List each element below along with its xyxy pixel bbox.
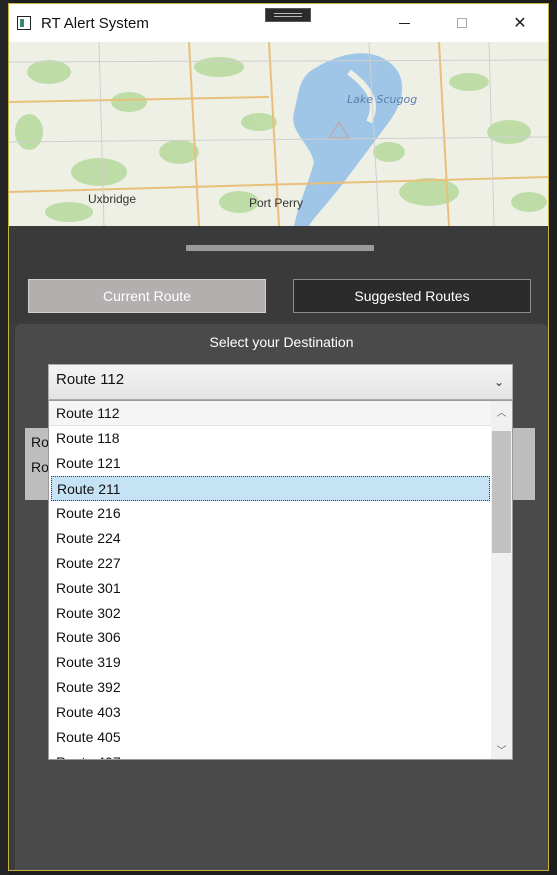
dropdown-option[interactable]: Route 302 — [49, 601, 492, 626]
dropdown-option[interactable]: Route 319 — [49, 650, 492, 675]
background-editor-right — [550, 0, 557, 875]
dropdown-option[interactable]: Route 301 — [49, 576, 492, 601]
dropdown-option[interactable]: Route 306 — [49, 625, 492, 650]
dropdown-option[interactable]: Route 227 — [49, 551, 492, 576]
snap-layout-handle[interactable] — [265, 8, 311, 22]
minimize-icon — [398, 22, 410, 24]
dropdown-option[interactable]: Route 224 — [49, 526, 492, 551]
close-button[interactable]: ✕ — [491, 4, 549, 42]
scroll-down-icon[interactable]: ﹀ — [491, 739, 512, 759]
tab-suggested-routes[interactable]: Suggested Routes — [293, 279, 531, 313]
scrollbar-thumb[interactable] — [492, 431, 511, 553]
destination-select[interactable]: Route 112 ⌄ — [48, 364, 513, 400]
chevron-down-icon: ⌄ — [493, 375, 504, 389]
map-label-port-perry: Port Perry — [249, 196, 304, 210]
dropdown-option[interactable]: Route 121 — [49, 451, 492, 476]
dropdown-option[interactable]: Route 392 — [49, 675, 492, 700]
destination-selected-value: Route 112 — [56, 371, 125, 388]
destination-dropdown-list[interactable]: Route 112 Route 118 Route 121 Route 211 … — [48, 400, 513, 760]
maximize-button[interactable] — [433, 4, 491, 42]
panel-drag-handle[interactable] — [186, 245, 374, 251]
dropdown-option[interactable]: Route 118 — [49, 426, 492, 451]
map-label-uxbridge: Uxbridge — [88, 192, 137, 206]
map-view[interactable]: Uxbridge Port Perry Lake Scugog — [9, 42, 548, 226]
app-icon — [17, 16, 31, 30]
scroll-up-icon[interactable]: ︿ — [491, 401, 512, 421]
route-panel-header: Current Route Suggested Routes — [9, 226, 548, 322]
destination-panel: Select your Destination Ro Ro Route 112 … — [15, 324, 548, 870]
map-label-lake-scugog: Lake Scugog — [347, 93, 418, 106]
dropdown-option[interactable]: Route 403 — [49, 700, 492, 725]
destination-prompt: Select your Destination — [209, 334, 354, 350]
dropdown-option[interactable]: Route 112 — [49, 401, 492, 426]
maximize-icon — [457, 18, 467, 28]
tab-current-route[interactable]: Current Route — [28, 279, 266, 313]
dropdown-option[interactable]: Route 216 — [49, 501, 492, 526]
minimize-button[interactable] — [375, 4, 433, 42]
dropdown-option[interactable]: Route 405 — [49, 725, 492, 750]
list-item[interactable]: Ro — [31, 459, 49, 475]
window-title: RT Alert System — [41, 15, 149, 32]
dropdown-option[interactable]: Route 407 — [49, 750, 492, 759]
close-icon: ✕ — [513, 15, 527, 32]
list-item[interactable]: Ro — [31, 434, 49, 450]
dropdown-scrollbar[interactable]: ︿ ﹀ — [491, 401, 512, 759]
app-window: RT Alert System ✕ Uxbridge Port Perry La… — [8, 3, 549, 871]
dropdown-option-highlighted[interactable]: Route 211 — [51, 476, 490, 501]
